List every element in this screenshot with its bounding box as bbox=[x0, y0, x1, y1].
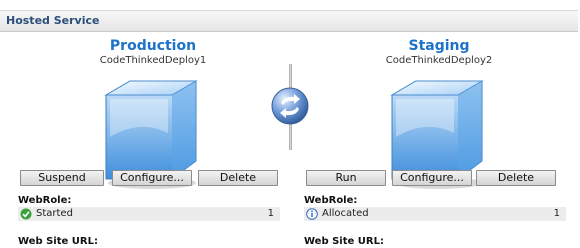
staging-panel: Staging CodeThinkedDeploy2 Run Configure… bbox=[298, 38, 580, 248]
production-role-status: Started bbox=[36, 208, 73, 219]
suspend-button[interactable]: Suspend bbox=[20, 170, 104, 186]
production-configure-button[interactable]: Configure... bbox=[112, 170, 192, 186]
staging-role-label: WebRole: bbox=[304, 195, 358, 206]
staging-role-status: Allocated bbox=[322, 208, 369, 219]
staging-title: Staging bbox=[408, 38, 470, 54]
staging-role-status-row: Allocated 1 bbox=[304, 207, 566, 221]
production-title: Production bbox=[109, 38, 197, 54]
production-role-label: WebRole: bbox=[18, 195, 72, 206]
production-role-status-row: Started 1 bbox=[18, 207, 280, 221]
section-title: Hosted Service bbox=[6, 14, 100, 27]
production-panel: Production CodeThinkedDeploy1 Suspend Co… bbox=[12, 38, 294, 248]
run-button[interactable]: Run bbox=[306, 170, 386, 186]
production-delete-button[interactable]: Delete bbox=[198, 170, 278, 186]
info-circle-icon bbox=[306, 208, 318, 220]
staging-url-label: Web Site URL: bbox=[304, 236, 384, 247]
production-deployment-name: CodeThinkedDeploy1 bbox=[99, 55, 207, 66]
staging-configure-button[interactable]: Configure... bbox=[392, 170, 472, 186]
staging-instance-count: 1 bbox=[553, 208, 560, 219]
production-instance-count: 1 bbox=[267, 208, 274, 219]
staging-deployment-name: CodeThinkedDeploy2 bbox=[385, 55, 493, 66]
staging-delete-button[interactable]: Delete bbox=[476, 170, 556, 186]
production-url-label: Web Site URL: bbox=[18, 236, 98, 247]
section-header: Hosted Service bbox=[0, 10, 578, 32]
check-circle-icon bbox=[20, 208, 32, 220]
